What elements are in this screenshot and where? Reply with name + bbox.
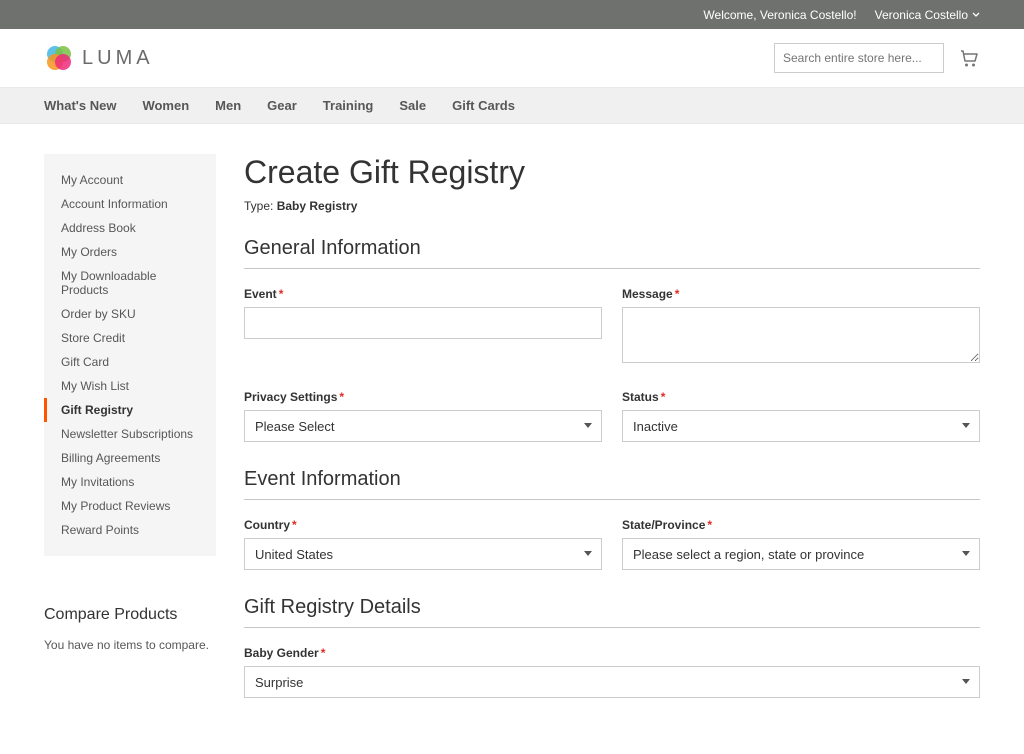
chevron-down-icon	[972, 11, 980, 19]
type-label: Type:	[244, 199, 277, 213]
logo-mark-icon	[44, 43, 74, 73]
sidebar-item-my-orders[interactable]: My Orders	[44, 240, 216, 264]
sidebar-item-billing-agreements[interactable]: Billing Agreements	[44, 446, 216, 470]
main-nav: What's New Women Men Gear Training Sale …	[0, 87, 1024, 124]
gender-label: Baby Gender*	[244, 646, 980, 660]
status-label: Status*	[622, 390, 980, 404]
message-textarea[interactable]	[622, 307, 980, 363]
nav-gift-cards[interactable]: Gift Cards	[452, 88, 515, 123]
search-box[interactable]	[774, 43, 944, 73]
logo[interactable]: LUMA	[44, 43, 154, 73]
country-select[interactable]: United States	[244, 538, 602, 570]
page-title: Create Gift Registry	[244, 154, 980, 191]
compare-block: Compare Products You have no items to co…	[44, 606, 216, 652]
compare-title: Compare Products	[44, 606, 216, 624]
sidebar-item-my-account[interactable]: My Account	[44, 168, 216, 192]
section-details-title: Gift Registry Details	[244, 596, 980, 628]
section-general: General Information Event* Message* Priv…	[244, 237, 980, 442]
privacy-label: Privacy Settings*	[244, 390, 602, 404]
event-label: Event*	[244, 287, 602, 301]
account-name: Veronica Costello	[875, 8, 968, 22]
country-label: Country*	[244, 518, 602, 532]
logo-text: LUMA	[82, 47, 154, 70]
nav-women[interactable]: Women	[142, 88, 189, 123]
sidebar-item-my-wish-list[interactable]: My Wish List	[44, 374, 216, 398]
sidebar: My AccountAccount InformationAddress Boo…	[44, 154, 216, 652]
nav-men[interactable]: Men	[215, 88, 241, 123]
state-select[interactable]: Please select a region, state or provinc…	[622, 538, 980, 570]
section-general-title: General Information	[244, 237, 980, 269]
sidebar-item-reward-points[interactable]: Reward Points	[44, 518, 216, 542]
nav-training[interactable]: Training	[323, 88, 374, 123]
type-line: Type: Baby Registry	[244, 199, 980, 213]
compare-empty: You have no items to compare.	[44, 638, 216, 652]
sidebar-nav: My AccountAccount InformationAddress Boo…	[44, 154, 216, 556]
nav-list: What's New Women Men Gear Training Sale …	[44, 88, 980, 123]
section-details: Gift Registry Details Baby Gender* Surpr…	[244, 596, 980, 698]
section-event: Event Information Country* United States…	[244, 468, 980, 570]
welcome-text: Welcome, Veronica Costello!	[703, 8, 856, 22]
status-select[interactable]: Inactive	[622, 410, 980, 442]
sidebar-item-account-information[interactable]: Account Information	[44, 192, 216, 216]
sidebar-item-store-credit[interactable]: Store Credit	[44, 326, 216, 350]
sidebar-item-my-downloadable-products[interactable]: My Downloadable Products	[44, 264, 216, 302]
sidebar-item-gift-card[interactable]: Gift Card	[44, 350, 216, 374]
top-bar: Welcome, Veronica Costello! Veronica Cos…	[0, 0, 1024, 29]
sidebar-item-my-product-reviews[interactable]: My Product Reviews	[44, 494, 216, 518]
nav-whats-new[interactable]: What's New	[44, 88, 116, 123]
sidebar-item-order-by-sku[interactable]: Order by SKU	[44, 302, 216, 326]
cart-icon[interactable]	[958, 47, 980, 69]
type-value: Baby Registry	[277, 199, 358, 213]
section-event-title: Event Information	[244, 468, 980, 500]
sidebar-item-address-book[interactable]: Address Book	[44, 216, 216, 240]
nav-gear[interactable]: Gear	[267, 88, 297, 123]
message-label: Message*	[622, 287, 980, 301]
sidebar-item-my-invitations[interactable]: My Invitations	[44, 470, 216, 494]
state-label: State/Province*	[622, 518, 980, 532]
account-dropdown[interactable]: Veronica Costello	[875, 8, 980, 22]
sidebar-item-gift-registry[interactable]: Gift Registry	[44, 398, 216, 422]
gender-select[interactable]: Surprise	[244, 666, 980, 698]
nav-sale[interactable]: Sale	[399, 88, 426, 123]
main-content: Create Gift Registry Type: Baby Registry…	[244, 154, 980, 724]
event-input[interactable]	[244, 307, 602, 339]
sidebar-item-newsletter-subscriptions[interactable]: Newsletter Subscriptions	[44, 422, 216, 446]
privacy-select[interactable]: Please Select	[244, 410, 602, 442]
search-input[interactable]	[783, 51, 938, 65]
header: LUMA	[0, 29, 1024, 87]
